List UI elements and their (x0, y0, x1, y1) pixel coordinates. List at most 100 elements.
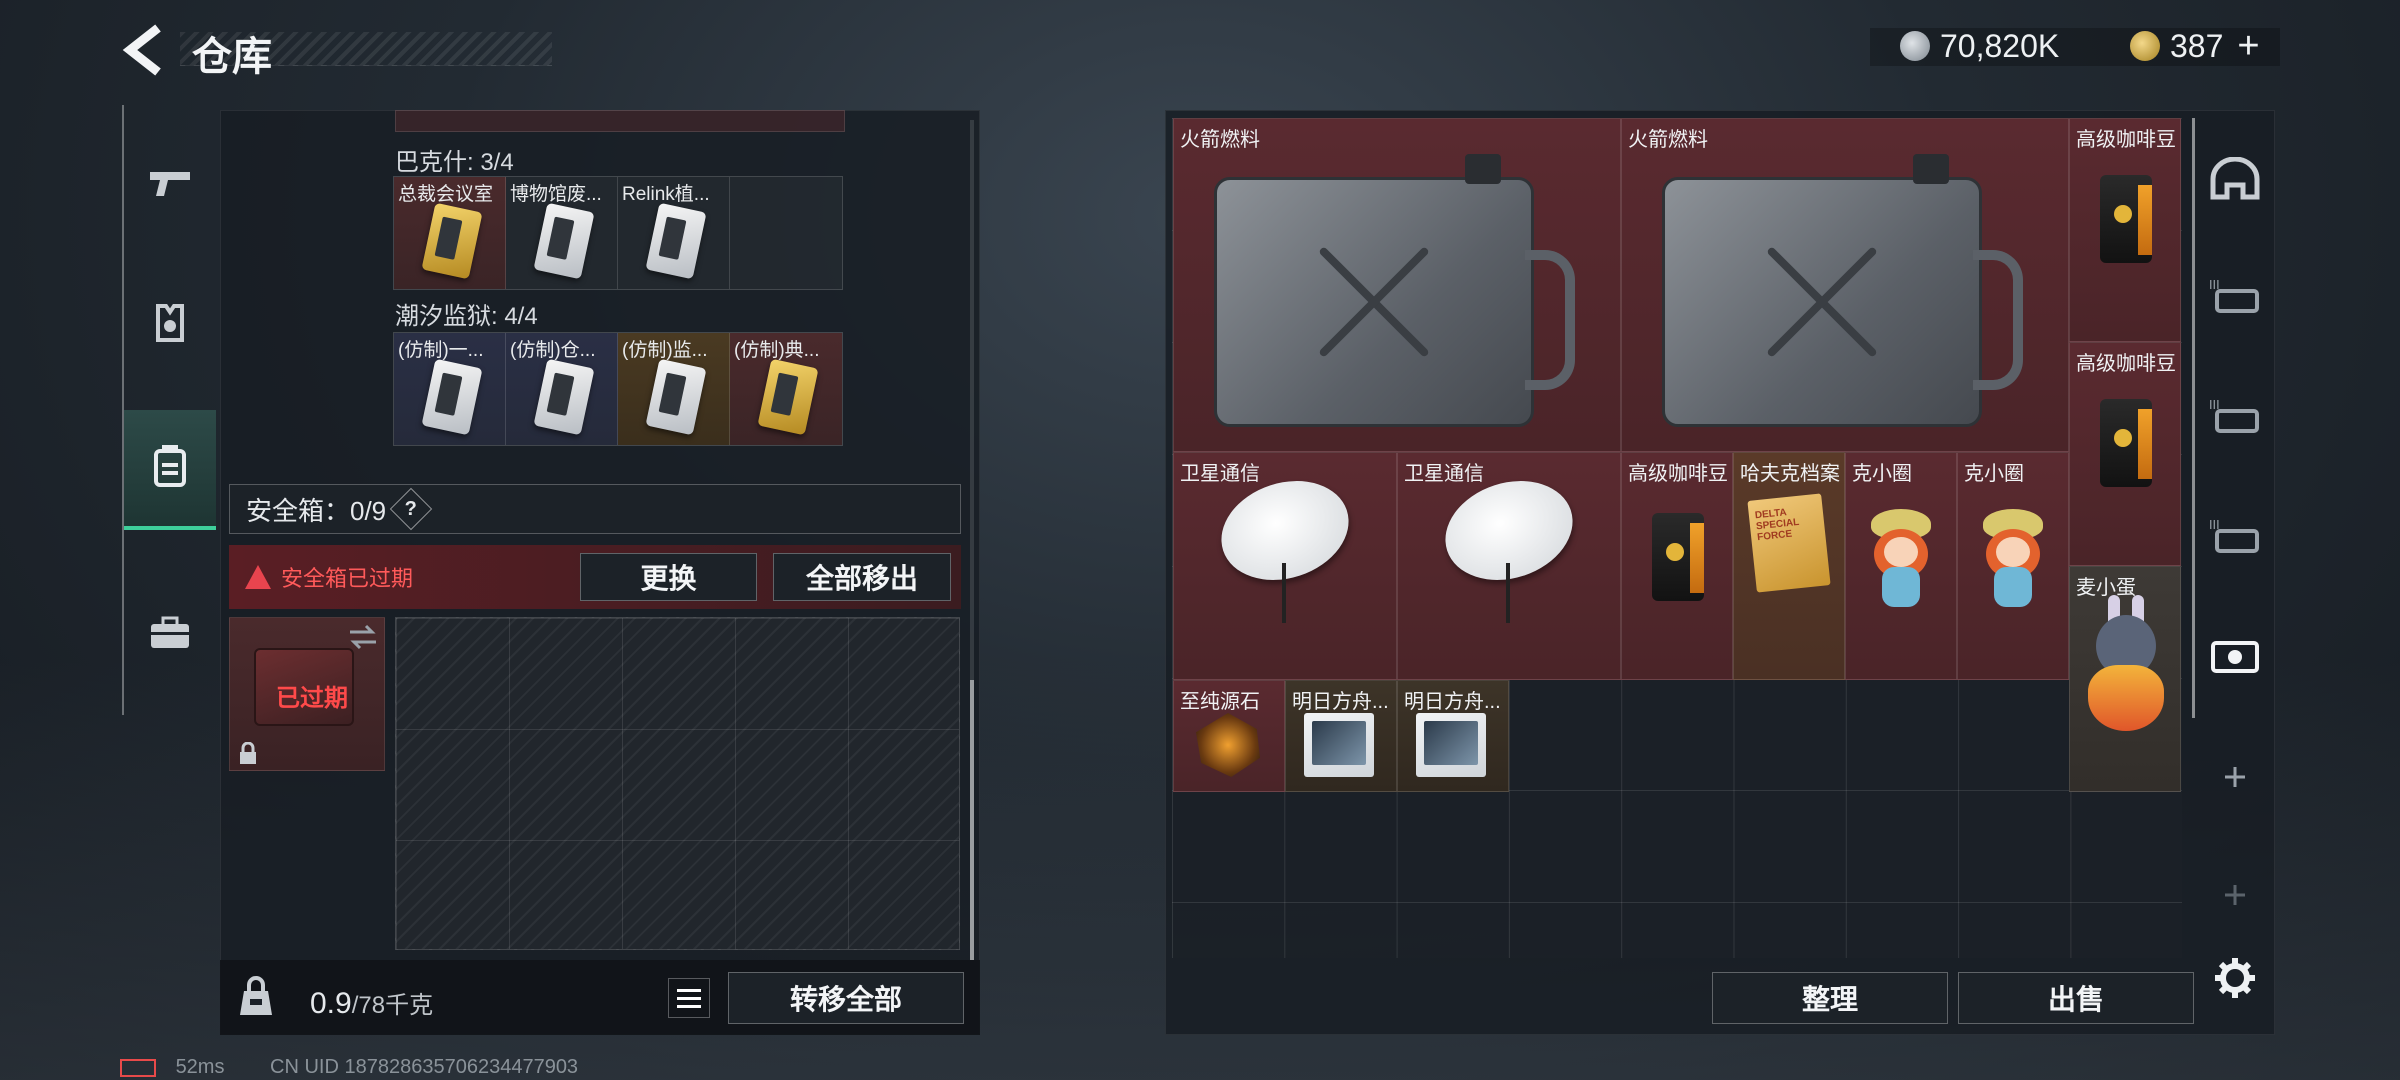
stash-item[interactable]: 高级咖啡豆 (2069, 342, 2181, 566)
keycard-slot[interactable]: (仿制)一... (394, 333, 506, 445)
page-title: 仓库 (192, 35, 272, 79)
keycard-slot[interactable]: Relink植... (618, 177, 730, 289)
uid-text: CN UID 187828635706234477903 (270, 1056, 579, 1078)
gold-amount: 387 (2170, 27, 2224, 64)
warning-icon (245, 565, 271, 589)
silver-coin-icon (1900, 31, 1930, 61)
helmet-icon[interactable] (2205, 150, 2265, 210)
rail-tab-armor[interactable] (124, 265, 216, 385)
stash-item[interactable]: 卫星通信 (1397, 452, 1621, 680)
stash-item[interactable]: 至纯源石 (1173, 680, 1285, 792)
ping-text: 52ms (175, 1056, 225, 1078)
stash-item[interactable]: 火箭燃料 (1621, 118, 2069, 452)
left-scrollbar[interactable] (970, 120, 974, 960)
keycard-slot[interactable]: (仿制)典... (730, 333, 842, 445)
add-gold-plus[interactable]: + (2237, 25, 2259, 68)
sell-button[interactable]: 出售 (1958, 972, 2194, 1024)
album-disc-icon (1416, 713, 1486, 777)
weight-value: 0.9 (310, 987, 352, 1020)
egg-figure-icon (2086, 595, 2166, 735)
weight-max: /78千克 (351, 992, 434, 1019)
keycard-row-tidal-prison: (仿制)一... (仿制)仓... (仿制)监... (仿制)典... (393, 332, 843, 446)
group-label-tidal-prison: 潮汐监狱: 4/4 (395, 303, 538, 330)
silver-amount: 70,820K (1940, 27, 2060, 64)
stash-item[interactable]: 麦小蛋 (2069, 566, 2181, 792)
battery-icon (120, 1058, 156, 1077)
stash-tab-active-icon[interactable] (2205, 625, 2265, 685)
stash-tab-3c-icon[interactable]: III (2205, 505, 2265, 565)
keycard-icon (421, 358, 483, 436)
transfer-all-button[interactable]: 转移全部 (728, 972, 964, 1024)
weight-bag-icon (236, 975, 276, 1019)
rail-tab-weapons[interactable] (124, 125, 216, 245)
backpack-icon (152, 443, 188, 494)
stash-item[interactable]: 克小圈 (1957, 452, 2069, 680)
keycard-icon (645, 358, 707, 436)
armor-icon (152, 302, 188, 349)
briefcase-icon (149, 616, 191, 655)
group-label-bakesh: 巴克什: 3/4 (395, 149, 514, 176)
safebox-expired-label: 已过期 (276, 685, 348, 712)
weight-display: 0.9/78千克 (310, 985, 433, 1021)
stash-item[interactable]: 火箭燃料 (1173, 118, 1621, 452)
jerrycan-icon (1662, 154, 2023, 427)
stash-item[interactable]: 克小圈 (1845, 452, 1957, 680)
back-arrow-icon[interactable] (120, 22, 170, 78)
stash-tab-3-icon[interactable]: III (2205, 265, 2265, 325)
keycard-slot[interactable]: 总裁会议室 (394, 177, 506, 289)
keycard-icon (421, 202, 483, 280)
silver-currency: 70,820K (1900, 28, 2059, 64)
stash-tab-3b-icon[interactable]: III (2205, 385, 2265, 445)
coffee-bag-icon (2100, 175, 2152, 263)
right-scrollbar[interactable] (2192, 118, 2195, 718)
question-icon[interactable]: ? (389, 487, 433, 531)
gun-icon (148, 166, 192, 205)
stash-item[interactable]: 明日方舟... (1285, 680, 1397, 792)
keycard-slot[interactable]: 博物馆废... (506, 177, 618, 289)
stash-item[interactable]: 高级咖啡豆 (2069, 118, 2181, 342)
satellite-dish-icon (1432, 465, 1586, 623)
plus-icon[interactable] (2205, 747, 2265, 807)
gold-coin-icon (2130, 31, 2160, 61)
safebox-slot[interactable]: 已过期 (229, 617, 385, 771)
safebox-header: 安全箱：0/9 ? (229, 484, 961, 534)
plus-icon-disabled (2205, 865, 2265, 925)
doll-figure-icon (1866, 509, 1936, 609)
jerrycan-icon (1214, 154, 1575, 427)
stash-item[interactable]: 卫星通信 (1173, 452, 1397, 680)
coffee-bag-icon (2100, 399, 2152, 487)
previous-row-partial (395, 110, 845, 132)
document-folder-icon: DELTA SPECIAL FORCE (1747, 493, 1831, 593)
safebox-label: 安全箱：0/9 (246, 495, 387, 526)
keycard-icon (757, 358, 819, 436)
swap-icon[interactable] (348, 624, 378, 655)
rail-tab-backpack[interactable] (124, 410, 216, 530)
stash-item[interactable]: 高级咖啡豆 (1621, 452, 1733, 680)
empty-keycard-slot[interactable] (730, 177, 842, 289)
keycard-icon (645, 202, 707, 280)
status-bar: 52ms CN UID 187828635706234477903 (120, 1056, 578, 1079)
gear-icon[interactable] (2205, 948, 2265, 1008)
album-disc-icon (1304, 713, 1374, 777)
stash-item[interactable]: 哈夫克档案 DELTA SPECIAL FORCE (1733, 452, 1845, 680)
lock-icon (238, 741, 258, 771)
replace-button[interactable]: 更换 (580, 553, 757, 601)
category-rail (122, 105, 216, 715)
keycard-icon (533, 358, 595, 436)
remove-all-button[interactable]: 全部移出 (773, 553, 951, 601)
gold-currency[interactable]: 387 + (2130, 25, 2260, 67)
rail-tab-case[interactable] (124, 575, 216, 695)
coffee-bag-icon (1652, 513, 1704, 601)
sort-button[interactable]: 整理 (1712, 972, 1948, 1024)
keycard-row-bakesh: 总裁会议室 博物馆废... Relink植... (393, 176, 843, 290)
crystal-icon (1196, 713, 1260, 777)
doll-figure-icon (1978, 509, 2048, 609)
safebox-grid (395, 617, 960, 950)
satellite-dish-icon (1208, 465, 1362, 623)
stash-item[interactable]: 明日方舟... (1397, 680, 1509, 792)
list-icon[interactable] (668, 978, 710, 1018)
keycard-icon (533, 202, 595, 280)
expired-notice: 安全箱已过期 (281, 566, 414, 591)
keycard-slot[interactable]: (仿制)监... (618, 333, 730, 445)
keycard-slot[interactable]: (仿制)仓... (506, 333, 618, 445)
